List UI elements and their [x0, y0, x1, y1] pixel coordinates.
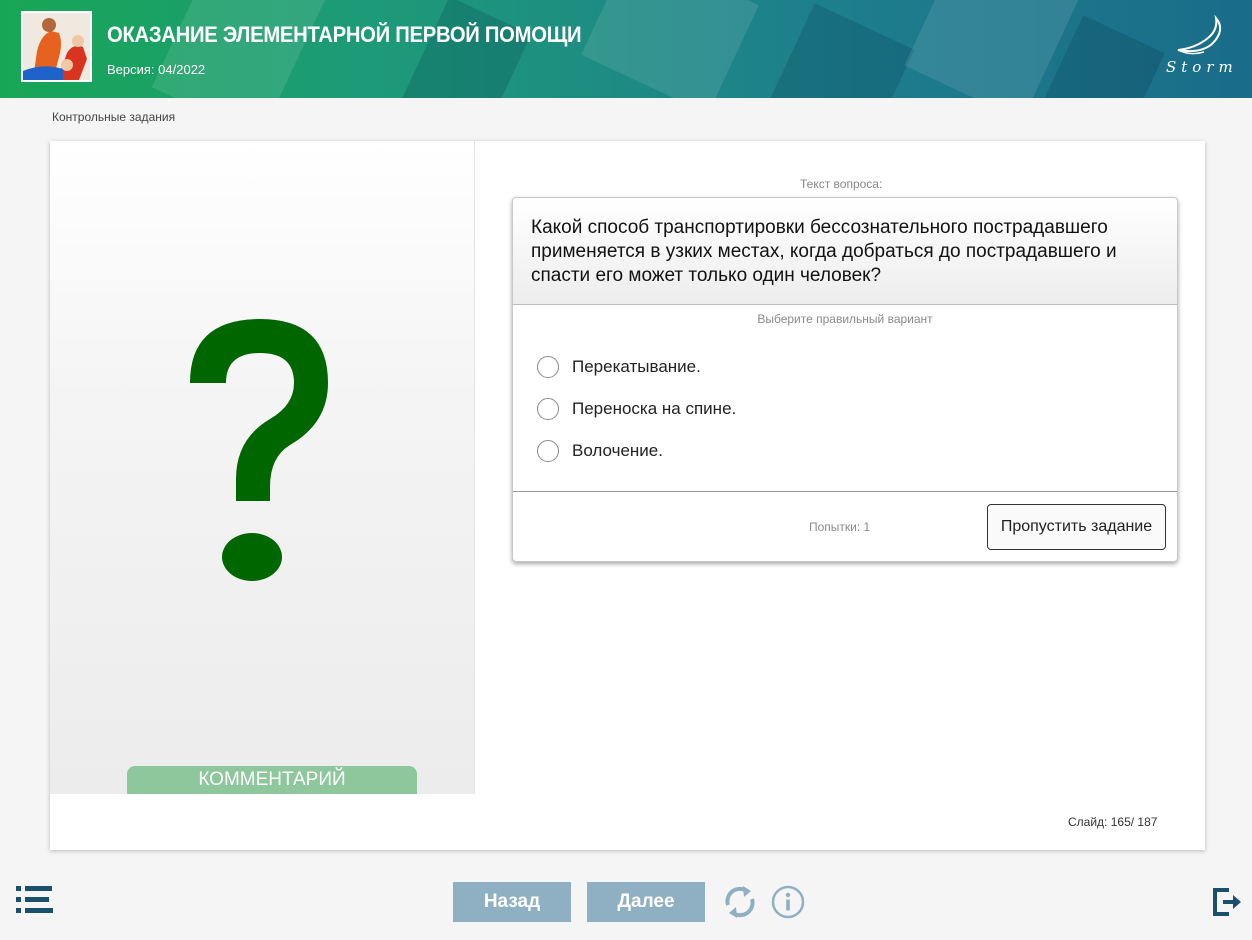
- header-decoration: [151, 0, 329, 98]
- illustration-pane: КОММЕНТАРИЙ: [50, 141, 475, 794]
- question-text: Какой способ транспортировки бессознател…: [531, 217, 1117, 286]
- divider: [513, 491, 1177, 492]
- answer-option-label: Перекатывание.: [572, 357, 701, 376]
- storm-logo: Storm: [1160, 14, 1240, 84]
- question-card: Какой способ транспортировки бессознател…: [512, 197, 1178, 562]
- slide-counter: Слайд: 165/ 187: [1068, 815, 1158, 829]
- header-decoration: [398, 0, 532, 98]
- skip-task-button[interactable]: Пропустить задание: [987, 504, 1166, 550]
- attempts-counter: Попытки: 1: [809, 520, 871, 534]
- slide-panel: КОММЕНТАРИЙ Текст вопроса: Какой способ …: [50, 141, 1205, 850]
- header-decoration: [581, 0, 759, 98]
- breadcrumb: Контрольные задания: [52, 110, 176, 124]
- next-button[interactable]: Далее: [587, 882, 705, 922]
- menu-icon[interactable]: [16, 885, 54, 915]
- refresh-icon[interactable]: [721, 883, 759, 921]
- back-button[interactable]: Назад: [453, 882, 571, 922]
- answer-option[interactable]: Перекатывание.: [537, 354, 701, 380]
- course-title: ОКАЗАНИЕ ЭЛЕМЕНТАРНОЙ ПЕРВОЙ ПОМОЩИ: [107, 22, 582, 47]
- header-decoration: [755, 3, 915, 98]
- answer-option-label: Переноска на спине.: [572, 399, 737, 418]
- question-caption: Текст вопроса:: [800, 177, 883, 191]
- comment-tab[interactable]: КОММЕНТАРИЙ: [127, 766, 417, 794]
- radio-button[interactable]: [537, 398, 559, 420]
- radio-button[interactable]: [537, 356, 559, 378]
- answer-option[interactable]: Переноска на спине.: [537, 396, 736, 422]
- course-thumbnail: [21, 11, 92, 82]
- radio-button[interactable]: [537, 440, 559, 462]
- answer-option[interactable]: Волочение.: [537, 438, 663, 464]
- exit-icon[interactable]: [1212, 887, 1242, 917]
- answer-hint: Выберите правильный вариант: [757, 312, 933, 326]
- course-header: ОКАЗАНИЕ ЭЛЕМЕНТАРНОЙ ПЕРВОЙ ПОМОЩИ Верс…: [0, 0, 1252, 98]
- course-version: Версия: 04/2022: [107, 62, 206, 77]
- question-mark-icon: [190, 319, 328, 581]
- answer-option-label: Волочение.: [572, 441, 663, 460]
- info-icon[interactable]: [771, 885, 805, 919]
- storm-logo-text: Storm: [1166, 58, 1238, 76]
- question-header: Какой способ транспортировки бессознател…: [513, 198, 1177, 305]
